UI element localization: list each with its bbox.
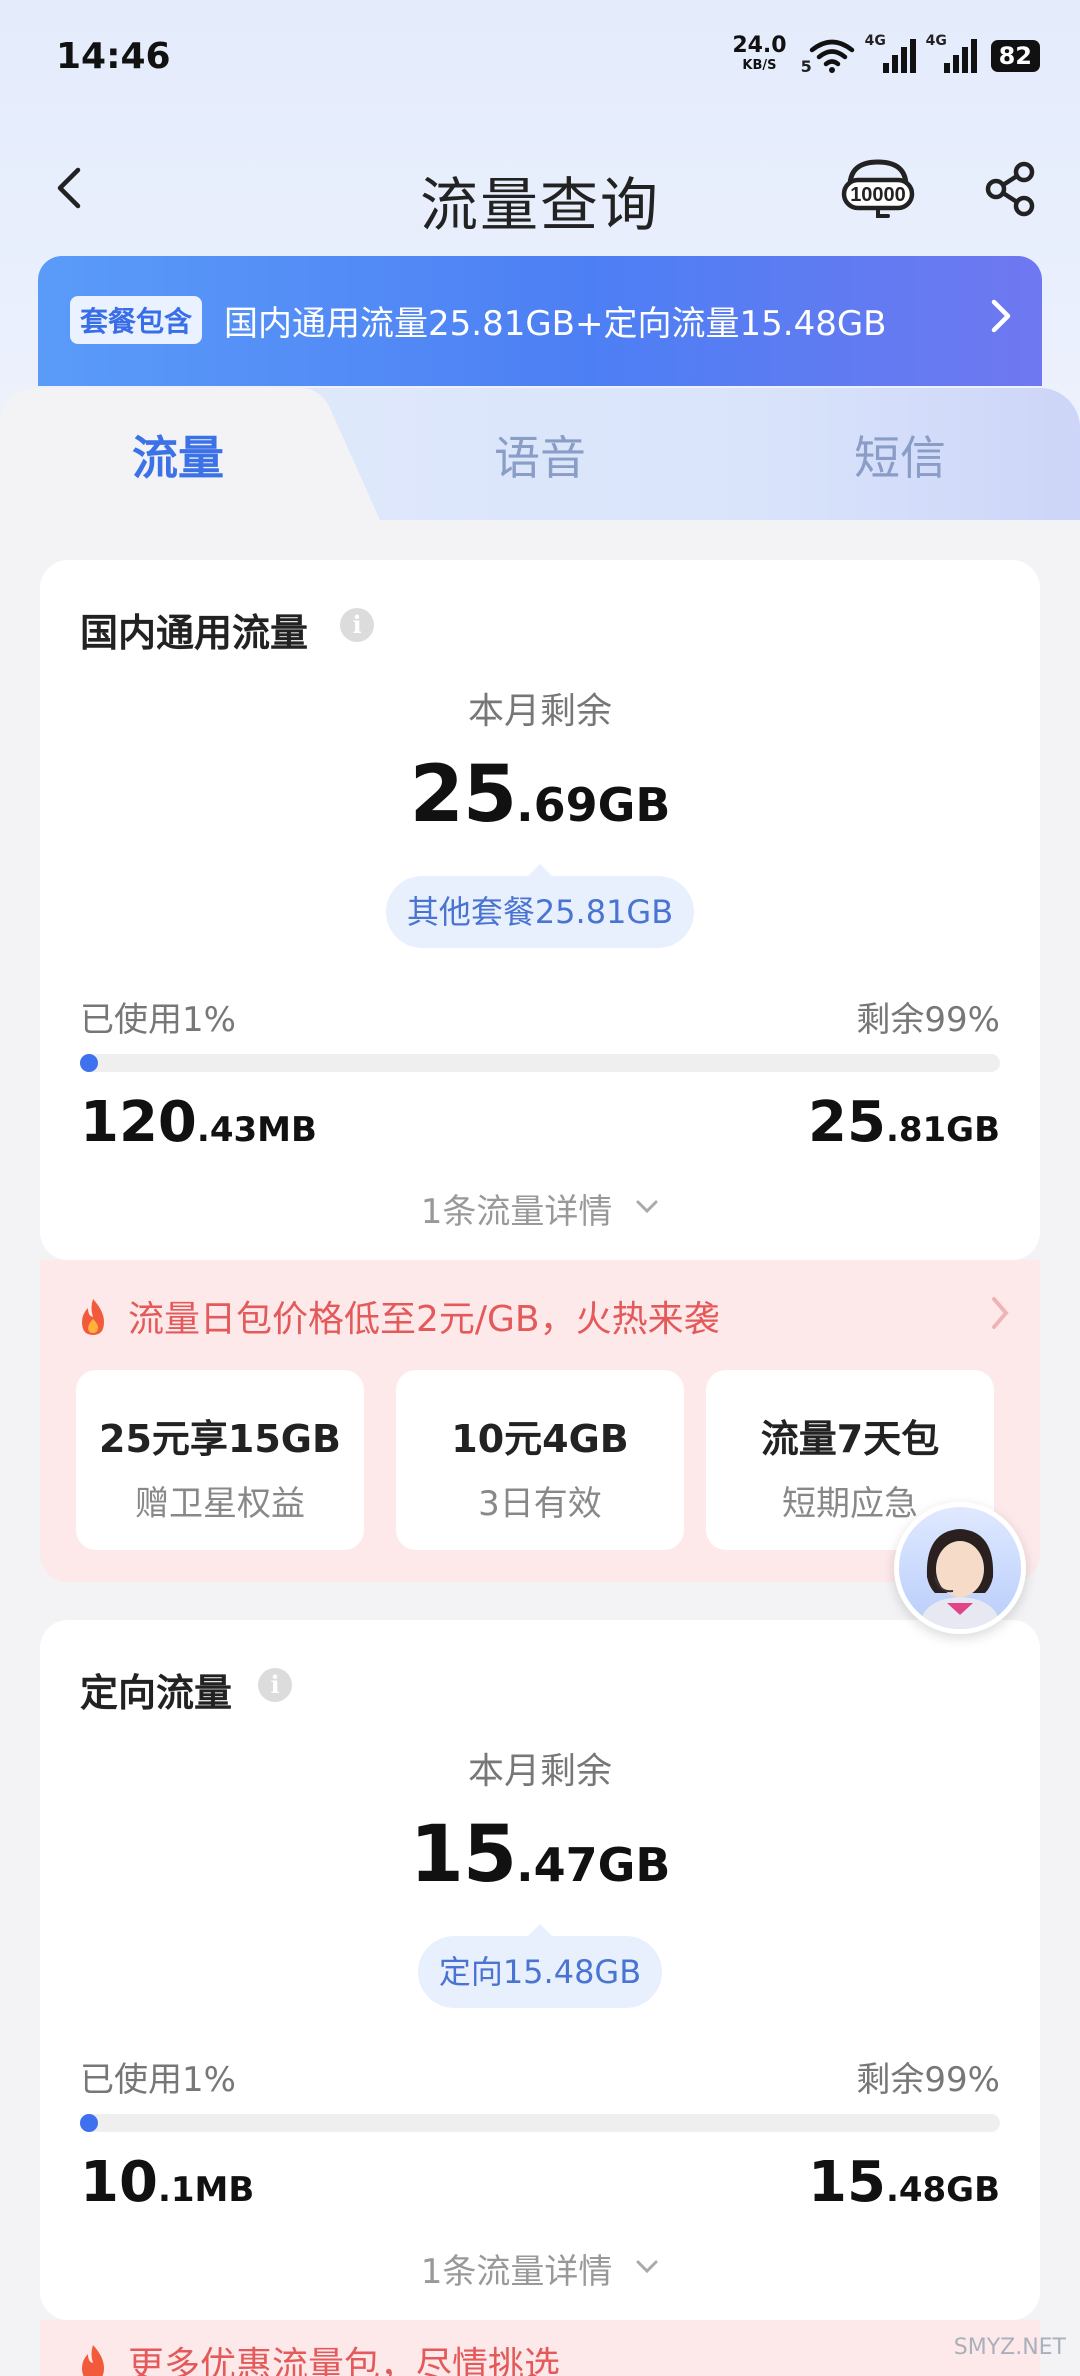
tab-voice[interactable]: 语音 [420, 422, 660, 488]
used-int: 120 [80, 1090, 197, 1155]
left-dec: .81GB [885, 1110, 1000, 1150]
info-icon[interactable]: i [340, 608, 374, 642]
status-bar: 14:46 24.0 KB/S 5 4G 4G 82 [0, 0, 1080, 110]
nav-bar: 流量查询 10000 [0, 140, 1080, 240]
promo-headline-text: 更多优惠流量包，尽情挑选 [128, 2345, 561, 2376]
card-title: 定向流量 [80, 1671, 233, 1715]
speed-value: 24.0 [732, 33, 787, 58]
usage-progress-fill [80, 1054, 98, 1072]
customer-service-button[interactable]: 10000 [838, 156, 918, 222]
chevron-right-icon[interactable] [988, 1294, 1012, 1332]
usage-progress-bar [80, 1054, 1000, 1072]
used-int: 10 [80, 2150, 158, 2215]
offer-title: 25元享15GB [99, 1417, 341, 1461]
chevron-down-icon [636, 1200, 658, 1214]
used-percent: 已使用1% [80, 2060, 236, 2100]
detail-label: 1条流量详情 [420, 2252, 613, 2292]
remain-dec: .69GB [516, 778, 671, 832]
offer-title: 10元4GB [451, 1417, 629, 1461]
left-percent: 剩余99% [856, 2060, 1000, 2100]
other-package-pill[interactable]: 其他套餐25.81GB [386, 864, 694, 948]
offer-card[interactable]: 10元4GB 3日有效 [396, 1370, 684, 1550]
remain-int: 15 [409, 1810, 518, 1900]
left-percent: 剩余99% [856, 1000, 1000, 1040]
remain-int: 25 [409, 750, 518, 840]
promo-headline-text: 流量日包价格低至2元/GB，火热来袭 [128, 1299, 720, 1340]
status-time: 14:46 [56, 36, 171, 77]
left-int: 15 [808, 2150, 886, 2215]
assistant-avatar-icon [919, 1529, 1001, 1629]
signal-icon-2: 4G [926, 33, 977, 73]
left-int: 25 [808, 1090, 886, 1155]
used-dec: .1MB [157, 2170, 255, 2210]
fire-icon [82, 2345, 104, 2376]
package-summary: 国内通用流量25.81GB+定向流量15.48GB [224, 304, 887, 344]
status-icons: 24.0 KB/S 5 4G 4G 82 [732, 33, 1040, 76]
fire-icon [82, 1299, 104, 1335]
share-button[interactable] [980, 158, 1042, 220]
share-icon [985, 161, 1035, 217]
offer-subtitle: 赠卫星权益 [135, 1484, 305, 1524]
speed-unit: KB/S [742, 58, 777, 73]
card-title: 国内通用流量 [80, 611, 309, 655]
wifi-icon: 5 [801, 36, 855, 76]
directed-package-pill[interactable]: 定向15.48GB [418, 1924, 662, 2008]
directed-data-card: 定向流量 i 本月剩余 15.47GB 定向15.48GB 已使用1% 剩余99… [40, 1620, 1040, 2320]
package-tag: 套餐包含 [70, 296, 203, 344]
left-amount: 25.81GB [808, 1090, 1000, 1155]
network-speed: 24.0 KB/S [732, 33, 787, 76]
chevron-right-icon [991, 299, 1011, 333]
promo-headline[interactable]: 流量日包价格低至2元/GB，火热来袭 [76, 1290, 720, 1342]
assistant-avatar-button[interactable] [894, 1502, 1026, 1634]
used-amount: 120.43MB [80, 1090, 317, 1155]
usage-detail-link[interactable]: 1条流量详情 [40, 2244, 1040, 2293]
hotline-number: 10000 [850, 184, 906, 206]
network-type-2: 4G [925, 33, 947, 49]
remain-label: 本月剩余 [467, 1751, 612, 1792]
page-title: 流量查询 [419, 171, 660, 239]
left-dec: .48GB [885, 2170, 1000, 2210]
promo-panel-2: 更多优惠流量包，尽情挑选 [40, 2320, 1040, 2376]
remain-dec: .47GB [516, 1838, 671, 1892]
used-amount: 10.1MB [80, 2150, 254, 2215]
headset-icon: 10000 [841, 159, 915, 218]
chevron-down-icon [636, 2260, 658, 2274]
used-dec: .43MB [196, 1110, 317, 1150]
offer-card[interactable]: 25元享15GB 赠卫星权益 [76, 1370, 364, 1550]
network-type-1: 4G [864, 33, 886, 49]
tab-data[interactable]: 流量 [58, 422, 298, 488]
info-icon[interactable]: i [258, 1668, 292, 1702]
offer-title: 流量7天包 [760, 1417, 940, 1461]
general-data-card: 国内通用流量 i 本月剩余 25.69GB 其他套餐25.81GB 已使用1% … [40, 560, 1040, 1260]
remain-value: 15.47GB [40, 1810, 1040, 1900]
promo-headline[interactable]: 更多优惠流量包，尽情挑选 [76, 2336, 560, 2376]
package-banner[interactable]: 套餐包含 国内通用流量25.81GB+定向流量15.48GB [38, 256, 1042, 386]
used-percent: 已使用1% [80, 1000, 236, 1040]
usage-progress-bar [80, 2114, 1000, 2132]
usage-detail-link[interactable]: 1条流量详情 [40, 1184, 1040, 1233]
remain-label: 本月剩余 [467, 691, 612, 732]
signal-icon-1: 4G [865, 33, 916, 73]
tab-sms[interactable]: 短信 [780, 422, 1020, 488]
detail-label: 1条流量详情 [420, 1192, 613, 1232]
offer-subtitle: 3日有效 [478, 1484, 602, 1524]
remain-value: 25.69GB [40, 750, 1040, 840]
tab-bar: 流量 语音 短信 [0, 388, 1080, 520]
promo-panel: 流量日包价格低至2元/GB，火热来袭 25元享15GB 赠卫星权益 10元4GB… [40, 1260, 1040, 1582]
battery-indicator: 82 [990, 40, 1040, 72]
usage-progress-fill [80, 2114, 98, 2132]
watermark: SMYZ.NET [953, 2335, 1066, 2360]
left-amount: 15.48GB [808, 2150, 1000, 2215]
